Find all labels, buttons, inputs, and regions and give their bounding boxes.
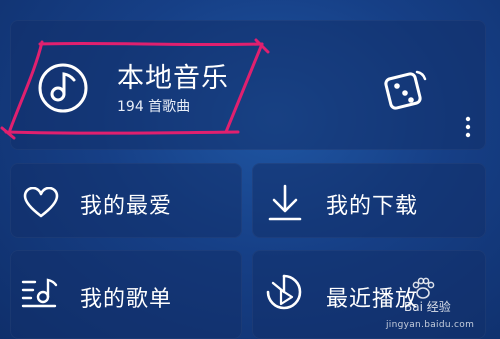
annotation-highlight [0, 38, 270, 140]
dice-icon[interactable] [383, 66, 431, 114]
downloads-label: 我的下载 [326, 194, 419, 219]
download-icon [268, 184, 302, 221]
recent-play-icon [266, 274, 302, 310]
watermark-url: jingyan.baidu.com [386, 320, 475, 330]
more-vertical-icon[interactable] [464, 116, 472, 138]
watermark-brand: Bai 经验 [404, 300, 451, 314]
playlists-label: 我的歌单 [80, 287, 173, 312]
heart-icon [23, 187, 59, 218]
playlist-icon [21, 278, 58, 308]
favorites-label: 我的最爱 [80, 194, 173, 219]
